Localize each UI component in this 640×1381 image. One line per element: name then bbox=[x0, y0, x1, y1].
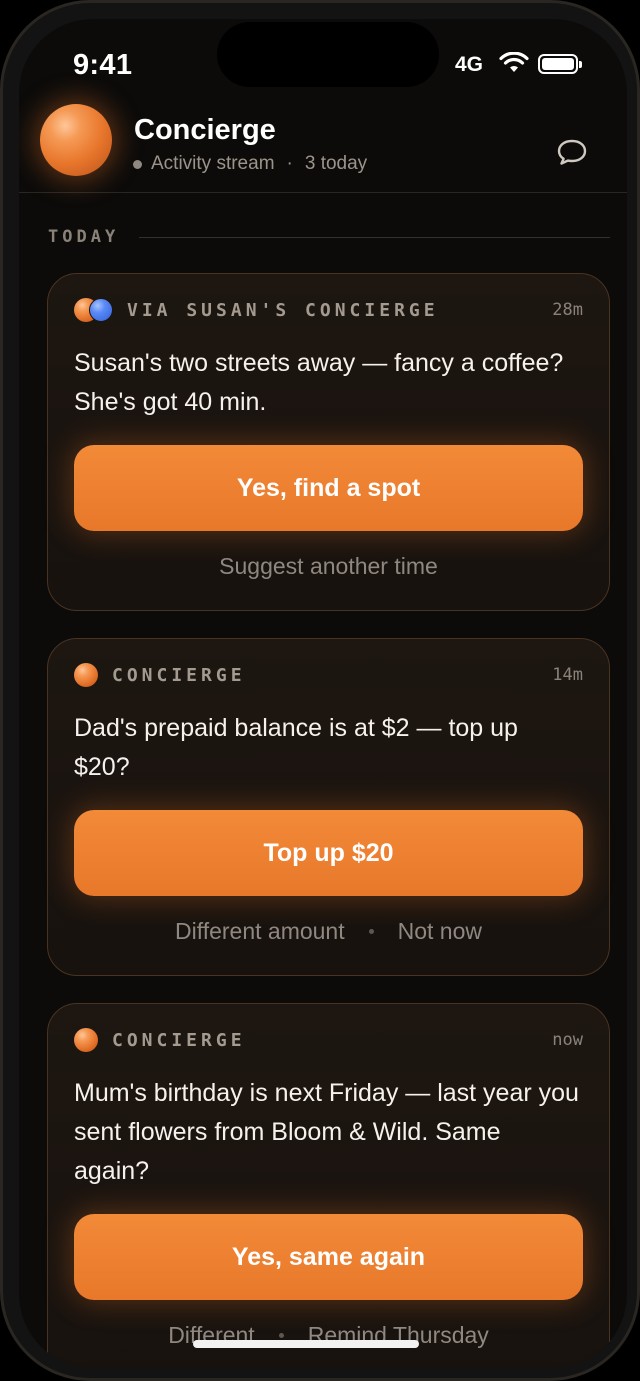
card-timestamp: 14m bbox=[552, 665, 583, 685]
home-indicator[interactable] bbox=[193, 1340, 419, 1348]
chat-bubble-icon[interactable] bbox=[555, 137, 589, 167]
status-dot-icon bbox=[133, 159, 142, 169]
app-header: Concierge Activity stream · 3 today bbox=[19, 97, 627, 193]
section-header-today: TODAY bbox=[48, 226, 610, 248]
card-header: CONCIERGE now bbox=[74, 1026, 583, 1054]
primary-action-button[interactable]: Top up $20 bbox=[74, 810, 583, 896]
wifi-icon bbox=[499, 52, 529, 72]
concierge-avatar[interactable] bbox=[40, 104, 112, 176]
network-label: 4G bbox=[455, 53, 484, 76]
card-message: Susan's two streets away — fancy a coffe… bbox=[74, 349, 564, 416]
card-message: Dad's prepaid balance is at $2 — top up … bbox=[74, 714, 518, 781]
card-timestamp: now bbox=[552, 1030, 583, 1050]
secondary-actions: Different amount Not now bbox=[48, 918, 609, 945]
today-count: 3 today bbox=[304, 153, 368, 174]
card-source: CONCIERGE bbox=[112, 664, 246, 686]
secondary-actions: Suggest another time bbox=[48, 553, 609, 580]
card-header: CONCIERGE 14m bbox=[74, 661, 583, 689]
activity-card: VIA SUSAN'S CONCIERGE 28m Susan's two st… bbox=[47, 273, 610, 611]
screen: 9:41 4G Concierge Activity stream · 3 to… bbox=[19, 19, 627, 1368]
card-source: CONCIERGE bbox=[112, 1029, 246, 1051]
subtitle-separator: · bbox=[286, 153, 293, 174]
secondary-action-link[interactable]: Suggest another time bbox=[219, 553, 438, 580]
header-subtitle: Activity stream · 3 today bbox=[133, 153, 367, 175]
dynamic-island bbox=[217, 22, 439, 87]
section-divider bbox=[139, 236, 610, 238]
battery-icon bbox=[538, 54, 582, 74]
card-timestamp: 28m bbox=[552, 300, 583, 320]
phone-frame: 9:41 4G Concierge Activity stream · 3 to… bbox=[0, 0, 640, 1381]
card-header: VIA SUSAN'S CONCIERGE 28m bbox=[74, 296, 583, 324]
card-source: VIA SUSAN'S CONCIERGE bbox=[127, 299, 439, 321]
activity-card: CONCIERGE 14m Dad's prepaid balance is a… bbox=[47, 638, 610, 976]
primary-action-button[interactable]: Yes, find a spot bbox=[74, 445, 583, 531]
concierge-orb-icon bbox=[74, 663, 98, 687]
secondary-action-link[interactable]: Different amount bbox=[175, 918, 345, 945]
subtitle-text: Activity stream bbox=[151, 153, 275, 174]
card-message: Mum's birthday is next Friday — last yea… bbox=[74, 1079, 579, 1185]
primary-action-button[interactable]: Yes, same again bbox=[74, 1214, 583, 1300]
status-bar: 9:41 4G bbox=[19, 19, 627, 109]
action-separator bbox=[368, 929, 374, 934]
activity-card: CONCIERGE now Mum's birthday is next Fri… bbox=[47, 1003, 610, 1368]
concierge-orb-icon bbox=[74, 1028, 98, 1052]
app-title: Concierge bbox=[134, 114, 276, 146]
section-label: TODAY bbox=[48, 227, 120, 247]
susan-orb-icon bbox=[89, 298, 113, 322]
action-separator bbox=[278, 1333, 284, 1338]
status-time: 9:41 bbox=[73, 49, 133, 81]
secondary-action-link[interactable]: Not now bbox=[398, 918, 482, 945]
